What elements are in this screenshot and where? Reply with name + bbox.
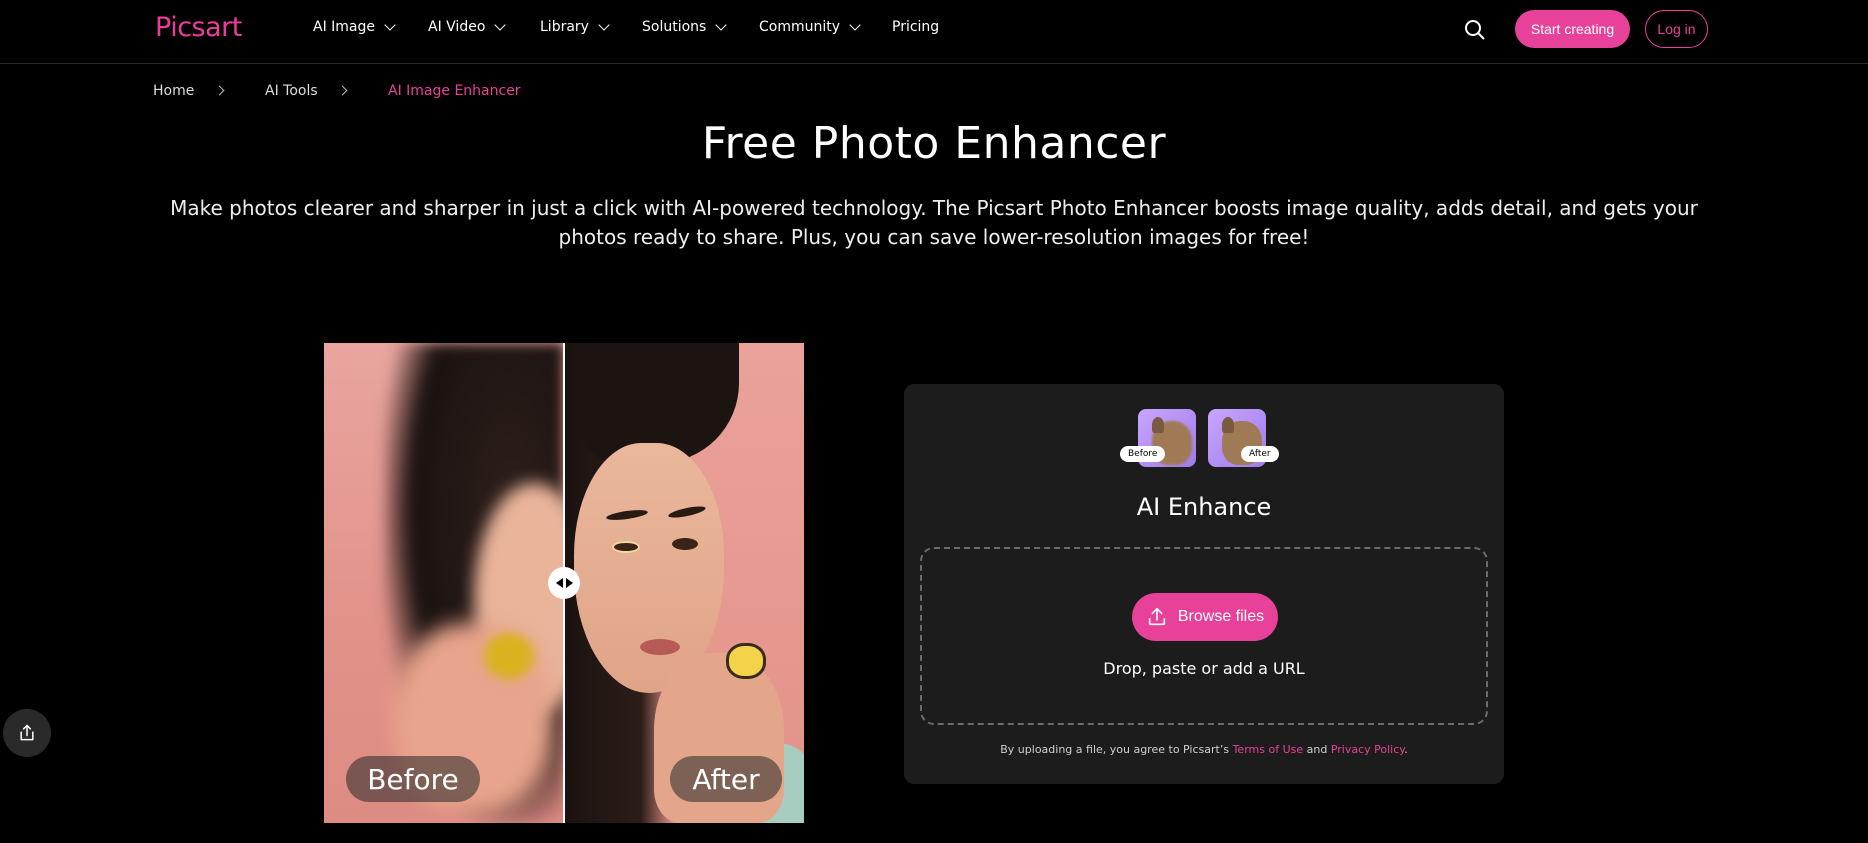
- after-ring-charm: [726, 643, 766, 679]
- after-label: After: [670, 756, 782, 802]
- terms-of-use-link[interactable]: Terms of Use: [1233, 743, 1304, 756]
- nav-ai-video[interactable]: AI Video: [428, 19, 507, 35]
- nav-library-label: Library: [540, 19, 589, 35]
- nav-library[interactable]: Library: [540, 19, 610, 35]
- after-eye-left: [612, 541, 640, 553]
- browse-files-label: Browse files: [1177, 608, 1265, 625]
- chevron-down-icon: [715, 19, 727, 31]
- nav-pricing-label: Pricing: [892, 19, 940, 35]
- dog-ear: [1222, 417, 1234, 433]
- compare-slider-handle[interactable]: [548, 567, 580, 599]
- chevron-right-icon: [337, 85, 348, 96]
- thumb-before-tag: Before: [1120, 446, 1166, 462]
- login-button[interactable]: Log in: [1645, 10, 1708, 48]
- upload-icon: [1148, 607, 1166, 626]
- picsart-logo[interactable]: Picsart: [155, 12, 242, 43]
- nav-ai-image[interactable]: AI Image: [313, 19, 396, 35]
- search-icon[interactable]: [1463, 18, 1487, 42]
- drop-instructions: Drop, paste or add a URL: [1103, 659, 1305, 678]
- upload-title: AI Enhance: [1136, 493, 1272, 521]
- nav-ai-image-label: AI Image: [313, 19, 376, 35]
- page-title: Free Photo Enhancer: [701, 118, 1167, 169]
- privacy-policy-link[interactable]: Privacy Policy: [1331, 743, 1404, 756]
- upload-card: Before After AI Enhance Browse files Dro…: [904, 384, 1504, 784]
- before-image-half: [324, 343, 594, 823]
- after-lips: [640, 639, 680, 655]
- chevron-down-icon: [384, 19, 396, 31]
- share-icon: [20, 724, 34, 741]
- legal-suffix: .: [1404, 743, 1408, 756]
- nav-solutions[interactable]: Solutions: [642, 19, 727, 35]
- breadcrumb-current: AI Image Enhancer: [388, 83, 521, 99]
- breadcrumb-ai-tools[interactable]: AI Tools: [265, 83, 318, 99]
- legal-and: and: [1306, 743, 1328, 756]
- share-button[interactable]: [3, 709, 51, 757]
- legal-notice: By uploading a file, you agree to Picsar…: [904, 743, 1504, 756]
- before-label: Before: [346, 756, 480, 802]
- arrow-left-icon: [555, 578, 563, 588]
- chevron-right-icon: [214, 85, 225, 96]
- nav-ai-video-label: AI Video: [428, 19, 486, 35]
- start-creating-button[interactable]: Start creating: [1515, 10, 1630, 48]
- after-eye-right: [672, 538, 698, 550]
- nav-community[interactable]: Community: [759, 19, 861, 35]
- legal-prefix: By uploading a file, you agree to Picsar…: [1000, 743, 1230, 756]
- chevron-down-icon: [598, 19, 610, 31]
- before-ring: [484, 633, 534, 679]
- nav-pricing[interactable]: Pricing: [892, 19, 939, 35]
- browse-files-button[interactable]: Browse files: [1132, 593, 1278, 641]
- dog-ear: [1152, 417, 1164, 433]
- arrow-right-icon: [565, 578, 573, 588]
- top-navigation: Picsart AI Image AI Video Library Soluti…: [0, 0, 1868, 64]
- chevron-down-icon: [494, 19, 507, 31]
- page-subtitle: Make photos clearer and sharper in just …: [170, 196, 1698, 249]
- before-after-image[interactable]: Before After: [324, 343, 804, 823]
- chevron-down-icon: [849, 19, 861, 31]
- file-dropzone[interactable]: Browse files Drop, paste or add a URL: [920, 547, 1488, 725]
- breadcrumb-home[interactable]: Home: [153, 83, 194, 99]
- nav-solutions-label: Solutions: [642, 19, 707, 35]
- thumb-after-tag: After: [1241, 446, 1279, 462]
- nav-community-label: Community: [759, 19, 841, 35]
